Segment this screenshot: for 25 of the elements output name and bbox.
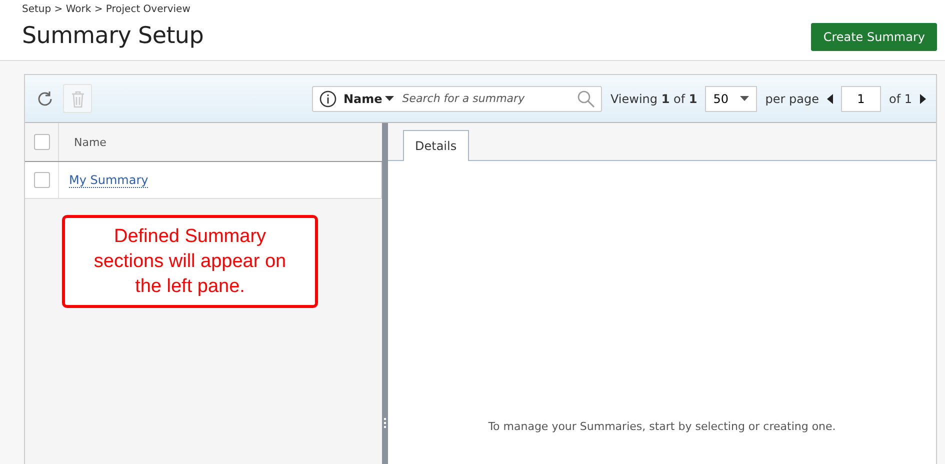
viewing-count: Viewing 1 of 1	[610, 92, 698, 106]
create-summary-button[interactable]: Create Summary	[811, 23, 937, 51]
info-icon	[319, 90, 338, 108]
search-field[interactable]: Name Search for a summary	[312, 86, 602, 112]
field-dropdown[interactable]: Name	[343, 92, 394, 106]
page-total: of 1	[888, 92, 912, 106]
column-header: Name	[74, 136, 106, 148]
per-page-label: per page	[765, 92, 819, 106]
select-all-checkbox[interactable]	[34, 134, 50, 150]
page-size-select[interactable]: 50	[705, 86, 758, 112]
breadcrumb: Setup > Work > Project Overview	[22, 4, 192, 15]
empty-message: To manage your Summaries, start by selecting or creating one.	[488, 420, 836, 433]
callout-note: Defined Summary sections will appear on the left pane.	[62, 215, 318, 308]
row-checkbox[interactable]	[34, 172, 50, 188]
previous-page-icon[interactable]	[826, 94, 833, 104]
trash-icon	[70, 90, 84, 108]
search-icon[interactable]	[577, 90, 596, 108]
caret-icon	[740, 96, 750, 101]
caret-icon	[385, 96, 394, 101]
summary-link[interactable]: My Summary	[69, 172, 148, 188]
details-tab[interactable]: Details	[403, 130, 469, 161]
next-page-icon[interactable]	[920, 94, 926, 104]
page-input[interactable]: 1	[840, 86, 881, 112]
list-row[interactable]: My Summary	[25, 162, 382, 199]
page-title: Summary Setup	[22, 23, 204, 49]
